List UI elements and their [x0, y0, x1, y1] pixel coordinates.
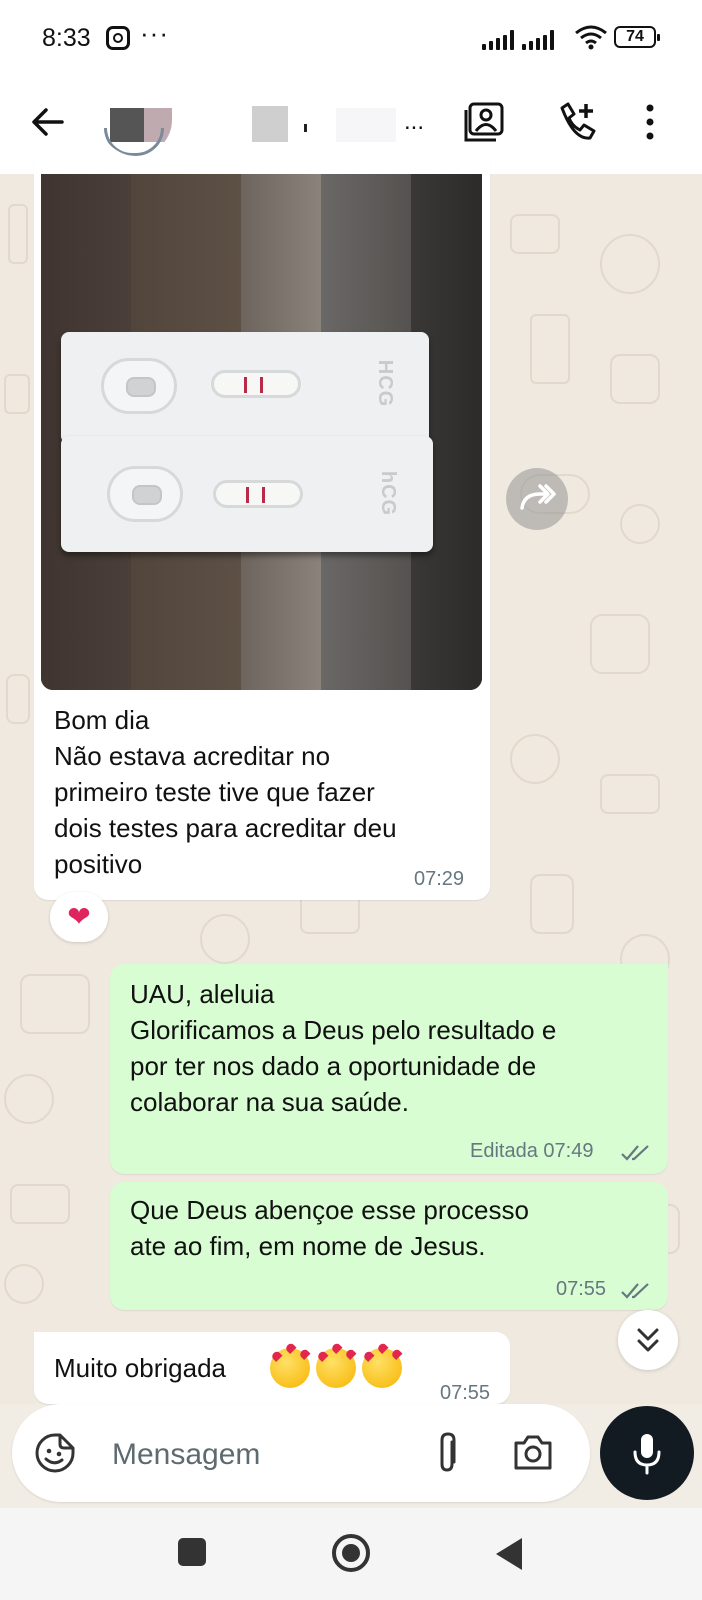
more-vert-icon[interactable] — [640, 100, 660, 144]
heart-reaction[interactable]: ❤ — [50, 892, 108, 942]
contact-name-ellipsis: ... — [404, 108, 425, 135]
message-time: 07:29 — [414, 868, 465, 890]
photo-caption-text: Bom dia Não estava acreditar no primeiro… — [54, 705, 397, 879]
contact-card-icon[interactable] — [462, 100, 506, 144]
signal-icon — [482, 30, 516, 50]
wifi-icon — [575, 25, 607, 50]
system-nav-bar — [0, 1508, 702, 1600]
status-bar: 8:33 ··· 74 — [0, 0, 702, 78]
message-composer[interactable]: Mensagem — [12, 1404, 590, 1502]
chevrons-down-icon[interactable] — [618, 1310, 678, 1370]
outgoing-message-text-2: Que Deus abençoe esse processo ate ao fi… — [130, 1195, 529, 1261]
recents-button[interactable] — [178, 1538, 206, 1566]
status-time: 8:33 — [42, 24, 91, 52]
contact-name-redacted-mark — [304, 124, 307, 132]
battery-indicator: 74 — [614, 26, 660, 48]
forward-icon[interactable] — [506, 468, 568, 530]
double-check-icon — [621, 1145, 649, 1161]
smiling-hearts-emoji-3 — [362, 1341, 403, 1388]
message-input[interactable]: Mensagem — [112, 1438, 260, 1472]
mic-icon — [633, 1434, 661, 1475]
incoming-message-text: Muito obrigada — [54, 1353, 226, 1383]
test-strip-1: HCG — [61, 332, 429, 444]
message-meta-edited: Editada 07:49 — [470, 1140, 594, 1162]
instagram-icon — [106, 26, 130, 50]
message-time-3: 07:55 — [440, 1382, 491, 1404]
sticker-icon[interactable] — [34, 1432, 76, 1474]
avatar[interactable] — [100, 108, 172, 156]
test-strip-2: hCG — [61, 436, 433, 552]
add-call-icon[interactable] — [556, 100, 600, 144]
double-check-icon-2 — [621, 1283, 649, 1299]
system-back-button[interactable] — [496, 1538, 522, 1570]
message-time-2: 07:55 — [556, 1278, 607, 1300]
voice-message-button[interactable] — [600, 1406, 694, 1500]
contact-name-redacted[interactable] — [252, 106, 288, 142]
paperclip-icon[interactable] — [432, 1430, 462, 1476]
message-photo[interactable]: HCG hCG — [41, 174, 482, 690]
outgoing-message-text: UAU, aleluia Glorificamos a Deus pelo re… — [130, 979, 557, 1117]
smiling-hearts-emoji — [270, 1341, 311, 1388]
camera-icon[interactable] — [512, 1432, 554, 1472]
home-button[interactable] — [332, 1534, 370, 1572]
contact-name-redacted-2 — [336, 108, 396, 142]
back-arrow-icon[interactable] — [26, 100, 70, 144]
status-overflow-dots: ··· — [140, 18, 169, 48]
signal-icon-2 — [522, 30, 556, 50]
smiling-hearts-emoji-2 — [316, 1341, 357, 1388]
